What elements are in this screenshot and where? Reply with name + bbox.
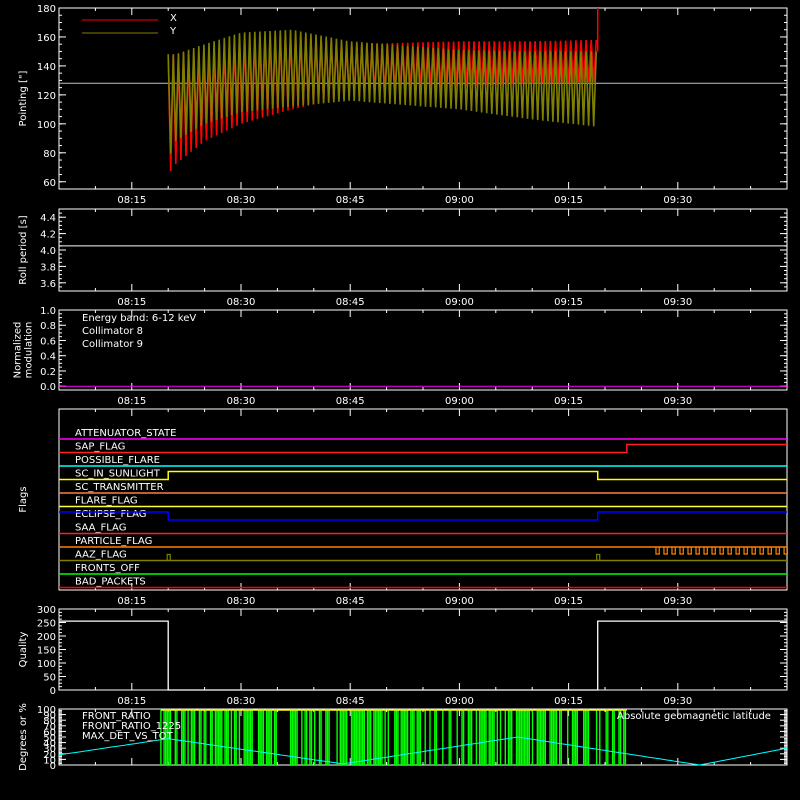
x-tick-label: 09:00 [445,396,474,407]
flag-label: SC_TRANSMITTER [75,482,164,493]
y-tick-label: 300 [37,605,56,616]
latitude-annotation: Absolute geomagnetic latitude [617,711,771,722]
x-tick-label: 08:30 [227,396,256,407]
y-axis-label: Degrees or % [18,703,29,771]
x-tick-label: 09:15 [554,396,583,407]
annotation: Collimator 8 [82,326,143,337]
flag-label: ECLIPSE_FLAG [75,509,146,520]
y-tick-label: 120 [37,91,56,102]
x-tick-label: 08:30 [227,195,256,206]
aaz-flag-bump [166,553,171,561]
y-tick-label: 0.2 [40,367,56,378]
legend-label: Y [169,26,177,37]
x-tick-label: 09:15 [554,596,583,607]
flag-label: BAD_PACKETS [75,577,146,588]
y-tick-label: 4.2 [40,230,56,241]
flag-label: SC_IN_SUNLIGHT [75,469,161,480]
flag-label: PARTICLE_FLAG [75,536,152,547]
x-tick-label: 08:15 [117,696,146,707]
y-axis-label: Normalized [13,322,24,379]
x-tick-label: 08:45 [336,596,365,607]
x-tick-label: 09:00 [445,297,474,308]
x-tick-label: 08:45 [336,195,365,206]
x-tick-label: 09:30 [663,696,692,707]
y-axis-label: Quality [18,632,29,668]
y-tick-label: 3.8 [40,262,56,273]
panel-flags: 08:15 08:30 08:45 09:00 09:15 09:30 Flags ATTEN… [18,408,788,607]
x-tick-label: 09:30 [663,195,692,206]
x-tick-label: 08:45 [336,696,365,707]
particle-flag-pulses [655,547,788,555]
y-tick-label: 100 [37,120,56,131]
x-tick-label: 08:30 [227,596,256,607]
x-tick-label: 09:00 [445,195,474,206]
y-tick-label: 3.6 [40,279,56,290]
x-tick-label: 09:15 [554,195,583,206]
aaz-flag-bump [596,553,601,561]
y-tick-label: 4.0 [40,246,56,257]
y-tick-label: 0.0 [40,382,56,393]
y-tick-label: 60 [43,178,56,189]
y-tick-label: 150 [37,646,56,657]
flag-line [59,511,787,521]
y-axis-label: modulation [24,322,35,379]
x-tick-label: 08:30 [227,696,256,707]
x-tick-label: 09:00 [445,696,474,707]
flag-label: SAA_FLAG [75,523,126,534]
flag-label: FRONTS_OFF [75,563,140,574]
flag-label: SAP_FLAG [75,442,125,453]
panel-frame [58,208,788,292]
x-tick-label: 09:30 [663,596,692,607]
x-tick-label: 09:00 [445,596,474,607]
panel-quality: 08:15 08:30 08:45 09:00 09:15 09:30 0 50 100 150 2… [18,605,788,707]
y-tick-label: 0.4 [40,352,56,363]
x-tick-label: 08:15 [117,396,146,407]
y-tick-label: 180 [37,4,56,15]
quality-line [59,620,787,691]
flag-line [59,470,787,481]
panel-ratios: 0102030405060708090100Degrees or % FRONT_… [18,703,788,772]
y-tick-label: 80 [43,149,56,160]
x-tick-label: 08:45 [336,297,365,308]
flag-label: POSSIBLE_FLARE [75,455,160,466]
y-tick-label: 0.6 [40,336,56,347]
y-tick-label: 1.0 [40,306,56,317]
flag-label: FLARE_FLAG [75,496,138,507]
y-tick-label: 100 [37,659,56,670]
y-axis-label: Pointing ["] [18,70,29,126]
y-tick-label: 140 [37,62,56,73]
x-tick-label: 09:15 [554,696,583,707]
y-tick-label: 100 [37,705,56,716]
panel-frame [58,7,788,190]
x-tick-label: 08:15 [117,596,146,607]
chart-figure: 08:15 08:30 08:45 09:00 09:15 09:30 60 80 100 120… [13,4,788,772]
x-tick-label: 08:15 [117,195,146,206]
panel-modulation: 08:15 08:30 08:45 09:00 09:15 09:30 0.0 0.2 0.4 0… [13,306,788,407]
x-tick-label: 09:30 [663,297,692,308]
y-axis-label: Flags [18,486,29,512]
x-tick-label: 08:15 [117,297,146,308]
flag-label: ATTENUATOR_STATE [75,428,176,439]
legend-label: X [170,13,177,24]
y-tick-label: 160 [37,33,56,44]
flag-line [59,443,787,454]
y-tick-label: 250 [37,619,56,630]
annotation: Collimator 9 [82,339,143,350]
y-tick-label: 0.8 [40,321,56,332]
x-tick-label: 09:15 [554,297,583,308]
series-Y [167,29,598,154]
y-tick-label: 0 [50,686,56,697]
flag-label: AAZ_FLAG [75,550,127,561]
y-tick-label: 200 [37,632,56,643]
legend-label: MAX_DET_VS_TOT [82,731,174,742]
panel-roll: 08:15 08:30 08:45 09:00 09:15 09:30 3.6 3.8 4.0 4… [18,208,788,308]
annotation: Energy band: 6-12 keV [82,313,196,324]
x-tick-label: 08:30 [227,297,256,308]
y-tick-label: 4.4 [40,213,56,224]
y-axis-label: Roll period [s] [18,215,29,284]
panel-pointing: 08:15 08:30 08:45 09:00 09:15 09:30 60 80 100 120… [18,4,788,206]
x-tick-label: 08:45 [336,396,365,407]
x-tick-label: 09:30 [663,396,692,407]
y-tick-label: 50 [43,673,56,684]
